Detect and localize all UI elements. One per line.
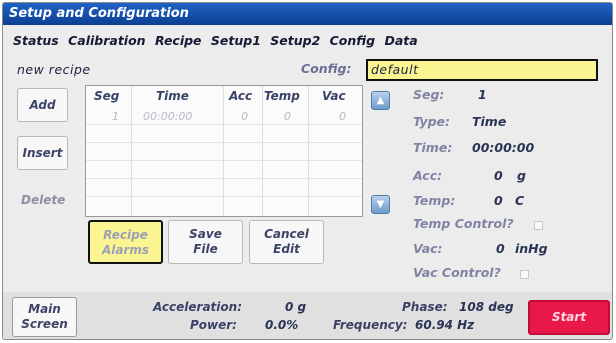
vac-label: Vac: bbox=[413, 241, 443, 256]
power-label: Power: bbox=[190, 318, 237, 332]
phase-label: Phase: bbox=[402, 300, 448, 314]
acc-value[interactable]: 0 bbox=[494, 168, 503, 183]
table-header-seg: Seg bbox=[94, 89, 120, 103]
type-label: Type: bbox=[413, 114, 451, 129]
acc-label: Acc: bbox=[413, 168, 443, 183]
menu-status[interactable]: Status bbox=[13, 33, 59, 48]
main-screen-button[interactable]: Main Screen bbox=[12, 297, 77, 337]
phase-value: 108 deg bbox=[459, 300, 514, 314]
vac-unit: inHg bbox=[515, 241, 548, 256]
table-header-temp: Temp bbox=[264, 89, 300, 103]
table-cell-seg[interactable]: 1 bbox=[112, 110, 119, 123]
insert-button[interactable]: Insert bbox=[17, 136, 68, 170]
start-button[interactable]: Start bbox=[528, 300, 610, 335]
frequency-label: Frequency: bbox=[333, 318, 408, 332]
table-header-time: Time bbox=[156, 89, 189, 103]
vac-value[interactable]: 0 bbox=[496, 241, 505, 256]
menu-setup2[interactable]: Setup2 bbox=[270, 33, 320, 48]
table-cell-acc[interactable]: 0 bbox=[241, 110, 248, 123]
save-file-button[interactable]: Save File bbox=[168, 220, 243, 264]
segment-table[interactable]: Seg Time Acc Temp Vac 1 00:00:00 0 0 0 bbox=[85, 85, 363, 217]
table-cell-temp[interactable]: 0 bbox=[284, 110, 291, 123]
table-cell-vac[interactable]: 0 bbox=[339, 110, 346, 123]
setup-screen: Setup and Configuration Status Calibrati… bbox=[2, 2, 613, 340]
seg-label: Seg: bbox=[413, 87, 445, 102]
title-bar: Setup and Configuration bbox=[3, 3, 612, 25]
recipe-alarms-button[interactable]: Recipe Alarms bbox=[88, 220, 163, 264]
add-button[interactable]: Add bbox=[17, 88, 68, 122]
temp-value[interactable]: 0 bbox=[494, 193, 503, 208]
menu-bar: Status Calibration Recipe Setup1 Setup2 … bbox=[13, 33, 423, 51]
recipe-name-field[interactable]: new recipe bbox=[13, 59, 288, 81]
time-value[interactable]: 00:00:00 bbox=[472, 140, 534, 155]
menu-data[interactable]: Data bbox=[384, 33, 417, 48]
temp-control-label: Temp Control? bbox=[413, 216, 514, 231]
temp-unit: C bbox=[515, 193, 525, 208]
temp-label: Temp: bbox=[413, 193, 456, 208]
power-value: 0.0% bbox=[265, 318, 299, 332]
menu-recipe[interactable]: Recipe bbox=[155, 33, 202, 48]
window-title: Setup and Configuration bbox=[9, 6, 189, 21]
config-field[interactable]: default bbox=[366, 59, 598, 81]
type-value[interactable]: Time bbox=[472, 114, 506, 129]
table-cell-time[interactable]: 00:00:00 bbox=[143, 110, 192, 123]
table-header-acc: Acc bbox=[229, 89, 253, 103]
seg-value[interactable]: 1 bbox=[478, 87, 487, 102]
vac-control-checkbox[interactable] bbox=[520, 270, 529, 279]
frequency-value: 60.94 Hz bbox=[415, 318, 475, 332]
temp-control-checkbox[interactable] bbox=[534, 221, 543, 230]
config-label: Config: bbox=[301, 61, 352, 76]
scroll-down-button[interactable]: ▼ bbox=[371, 195, 390, 214]
table-header-vac: Vac bbox=[322, 89, 346, 103]
menu-calibration[interactable]: Calibration bbox=[68, 33, 145, 48]
menu-setup1[interactable]: Setup1 bbox=[211, 33, 261, 48]
time-label: Time: bbox=[413, 140, 453, 155]
acceleration-value: 0 g bbox=[285, 300, 307, 314]
status-bar bbox=[3, 292, 612, 339]
arrow-up-icon: ▲ bbox=[376, 95, 385, 106]
delete-button[interactable]: Delete bbox=[21, 193, 65, 207]
acc-unit: g bbox=[517, 168, 526, 183]
vac-control-label: Vac Control? bbox=[413, 265, 501, 280]
arrow-down-icon: ▼ bbox=[376, 199, 385, 210]
acceleration-label: Acceleration: bbox=[153, 300, 242, 314]
menu-config[interactable]: Config bbox=[330, 33, 375, 48]
scroll-up-button[interactable]: ▲ bbox=[371, 91, 390, 110]
cancel-edit-button[interactable]: Cancel Edit bbox=[249, 220, 324, 264]
